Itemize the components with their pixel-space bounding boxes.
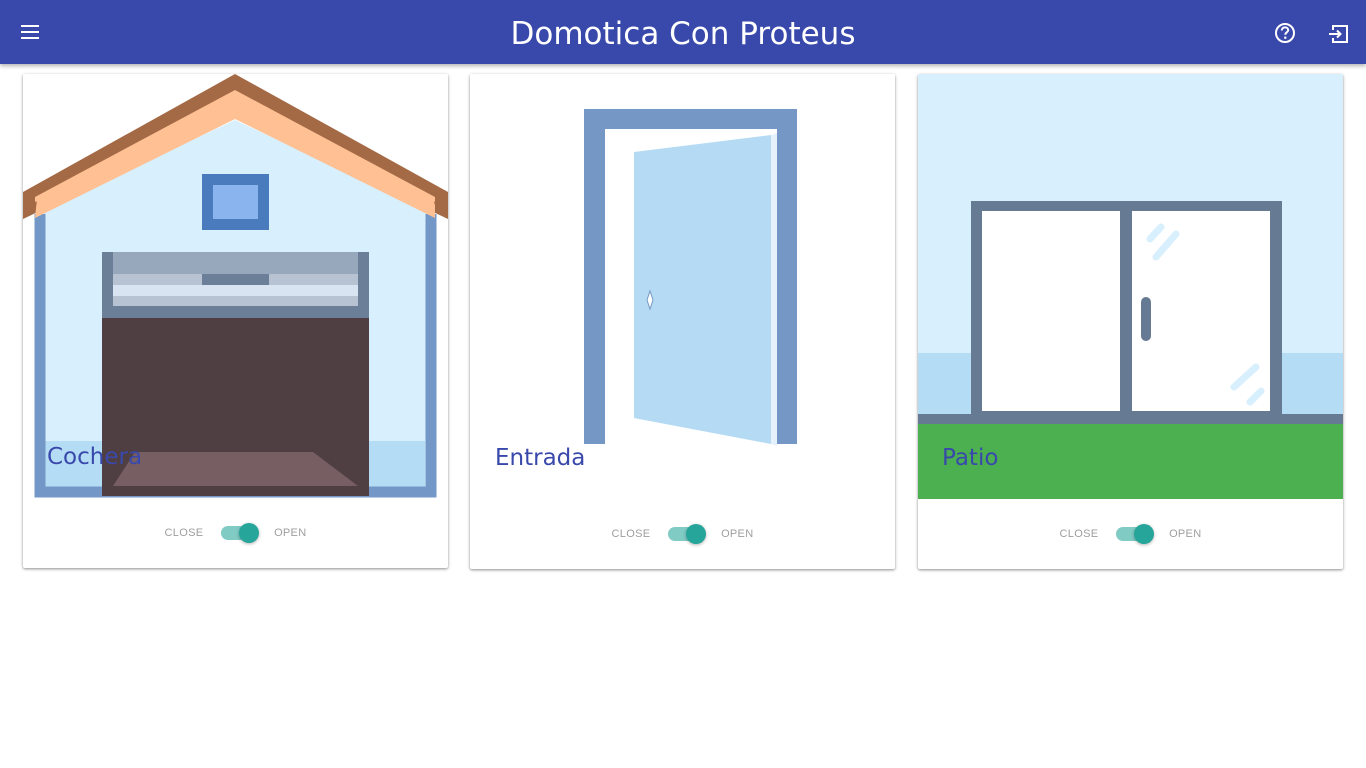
sliding-window-illustration bbox=[918, 74, 1343, 499]
open-close-switch: CLOSE OPEN bbox=[470, 524, 895, 553]
open-door-illustration bbox=[470, 74, 895, 499]
switch-on-label: OPEN bbox=[1169, 528, 1202, 540]
card-title: Cochera bbox=[47, 444, 143, 470]
toggle-switch[interactable] bbox=[220, 523, 259, 543]
toggle-switch[interactable] bbox=[1115, 524, 1154, 544]
switch-on-label: OPEN bbox=[274, 527, 307, 539]
toggle-switch[interactable] bbox=[667, 524, 706, 544]
card-patio: Patio CLOSE OPEN bbox=[918, 74, 1343, 569]
card-title: Patio bbox=[942, 445, 999, 471]
garage-illustration bbox=[23, 74, 448, 499]
card-cochera: Cochera CLOSE OPEN bbox=[23, 74, 448, 568]
exit-to-app-icon[interactable] bbox=[1326, 21, 1352, 47]
switch-off-label: CLOSE bbox=[611, 528, 651, 540]
app-bar: Domotica Con Proteus bbox=[0, 0, 1366, 64]
toggle-knob bbox=[685, 524, 706, 544]
toggle-knob bbox=[1133, 524, 1154, 544]
toggle-knob bbox=[238, 523, 259, 543]
card-title: Entrada bbox=[495, 445, 586, 471]
open-close-switch: CLOSE OPEN bbox=[918, 524, 1343, 553]
open-close-switch: CLOSE OPEN bbox=[23, 523, 448, 552]
card-entrada: Entrada CLOSE OPEN bbox=[470, 74, 895, 569]
page-title: Domotica Con Proteus bbox=[510, 16, 856, 52]
switch-off-label: CLOSE bbox=[164, 527, 204, 539]
switch-on-label: OPEN bbox=[721, 528, 754, 540]
switch-off-label: CLOSE bbox=[1059, 528, 1099, 540]
help-circle-icon[interactable] bbox=[1272, 20, 1298, 46]
